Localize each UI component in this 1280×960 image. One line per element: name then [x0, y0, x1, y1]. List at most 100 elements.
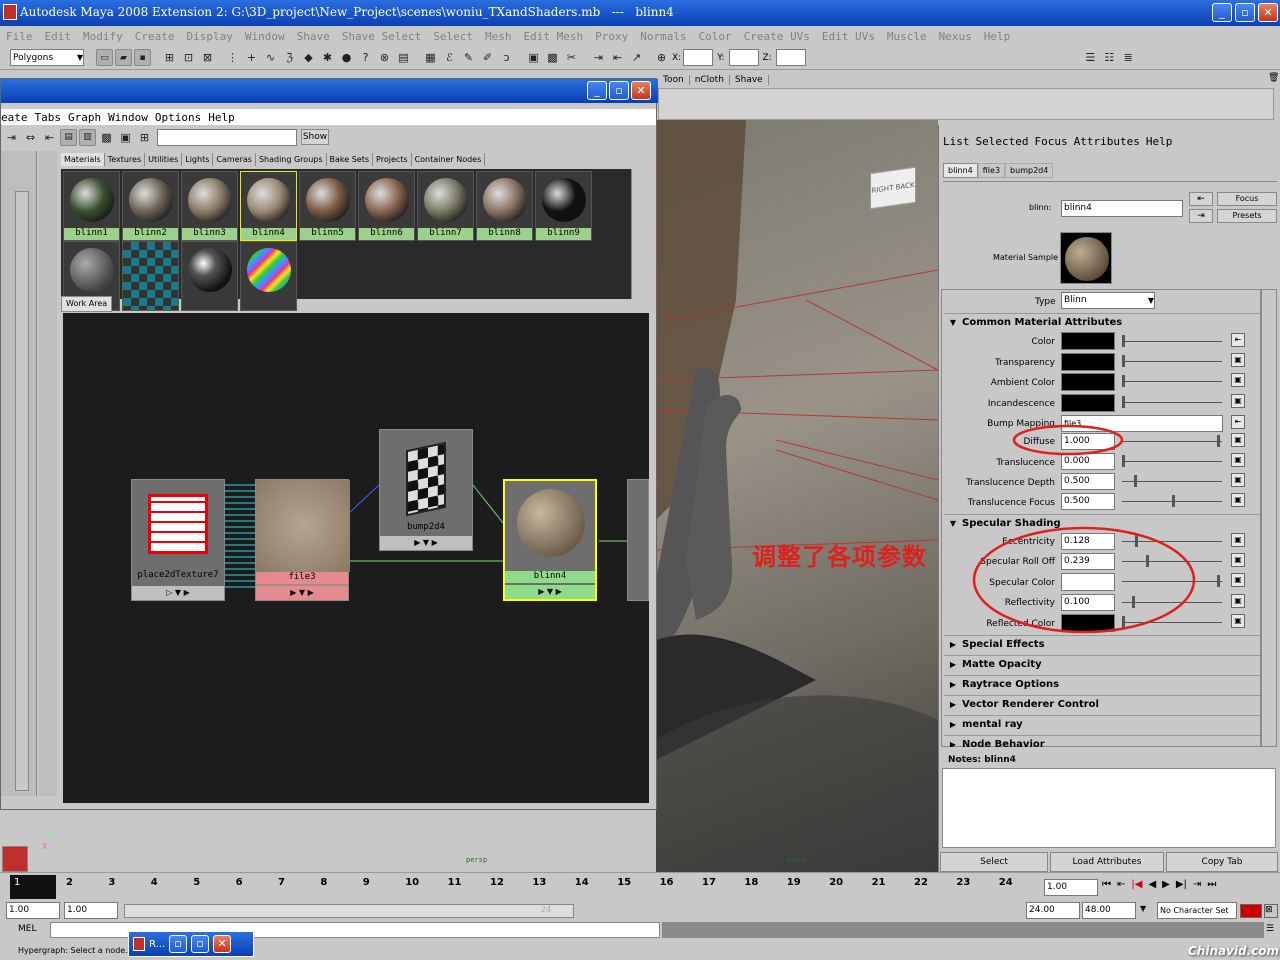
section-common-material[interactable]: ▼ Common Material Attributes — [944, 313, 1260, 332]
tab-textures[interactable]: Textures — [105, 153, 146, 166]
tool-settings-icon[interactable]: ≣ — [1120, 49, 1137, 66]
play-back-icon[interactable]: ◀ — [1148, 879, 1156, 890]
color-slider[interactable] — [1122, 341, 1222, 342]
go-to-end-icon[interactable]: ⏭ — [1207, 879, 1216, 890]
section-vector-renderer[interactable]: ▶ Vector Renderer Control — [944, 695, 1260, 714]
translucence-depth-map-button[interactable]: ▣ — [1231, 473, 1245, 487]
translucence-map-button[interactable]: ▣ — [1231, 453, 1245, 467]
hs-show-button[interactable]: Show — [301, 129, 329, 145]
ae-tab-blinn4[interactable]: blinn4 — [943, 163, 978, 178]
menu-create[interactable]: Create — [135, 30, 175, 43]
hs-sort-icon[interactable]: ⊞ — [136, 129, 153, 146]
translucence-depth-slider[interactable] — [1122, 481, 1222, 482]
menu-mesh[interactable]: Mesh — [485, 30, 512, 43]
z-field[interactable] — [775, 49, 806, 66]
bump2d-node[interactable]: bump2d4 ▶ ▼ ▶ — [379, 429, 473, 551]
menu-normals[interactable]: Normals — [640, 30, 686, 43]
transparency-slider-knob[interactable] — [1122, 355, 1125, 367]
snap-view-icon[interactable]: ℨ — [281, 49, 298, 66]
material-swatch[interactable] — [181, 241, 238, 311]
current-time-field[interactable]: 1.00 — [1044, 879, 1098, 896]
ambient-slider[interactable] — [1122, 381, 1222, 382]
hypershade-icon[interactable]: ℰ — [441, 49, 458, 66]
current-frame-marker[interactable]: 1 — [10, 875, 56, 899]
snap-grid-icon[interactable]: ⋮ — [224, 49, 241, 66]
hs-left-scrollbar[interactable] — [15, 191, 29, 791]
playback-end-field[interactable]: 24.00 — [1026, 902, 1080, 919]
tab-lights[interactable]: Lights — [182, 153, 214, 166]
place2d-ports[interactable]: ▷ ▼ ▶ — [132, 586, 224, 600]
menu-window[interactable]: Window — [245, 30, 285, 43]
preferences-icon[interactable]: ⊠ — [1264, 904, 1278, 918]
ae-input-icon[interactable]: ⇤ — [1189, 192, 1213, 206]
render-settings-icon[interactable]: ✂ — [563, 49, 580, 66]
tab-work-area[interactable]: Work Area — [61, 296, 113, 312]
ambient-map-button[interactable]: ▣ — [1231, 373, 1245, 387]
transparency-map-button[interactable]: ▣ — [1231, 353, 1245, 367]
tab-materials[interactable]: Materials — [61, 153, 105, 166]
shelf-tab-shave[interactable]: Shave — [730, 75, 769, 85]
step-back-key-icon[interactable]: ⇤ — [1117, 879, 1125, 890]
ae-output-icon[interactable]: ⇥ — [1189, 209, 1213, 223]
go-to-start-icon[interactable]: ⏮ — [1102, 879, 1111, 890]
menu-help[interactable]: Help — [984, 30, 1011, 43]
material-swatch-blinn9[interactable]: blinn9 — [535, 171, 592, 241]
layer-editor-icon[interactable]: ☷ — [1101, 49, 1118, 66]
tool-icon[interactable]: ↄ — [498, 49, 515, 66]
reflected-color-map-button[interactable]: ▣ — [1231, 614, 1245, 628]
ambient-swatch[interactable] — [1061, 373, 1115, 391]
focus-button[interactable]: Focus — [1217, 192, 1277, 206]
ae-menu-selected[interactable]: Selected — [976, 135, 1029, 148]
step-back-icon[interactable]: |◀ — [1131, 879, 1142, 890]
range-bar[interactable]: 24 — [124, 904, 574, 918]
material-swatch-blinn3[interactable]: blinn3 — [181, 171, 238, 241]
channel-box-icon[interactable]: ☰ — [1082, 49, 1099, 66]
open-scene-icon[interactable]: ▰ — [115, 49, 132, 66]
playback-start-field[interactable]: 1.00 — [64, 902, 118, 919]
tab-bake-sets[interactable]: Bake Sets — [327, 153, 374, 166]
transform-icon[interactable]: ↗ — [628, 49, 645, 66]
perspective-viewport[interactable]: persp — [656, 120, 938, 872]
hs-rearrange-icon[interactable]: ▣ — [117, 129, 134, 146]
ae-scrollbar[interactable] — [1261, 289, 1277, 747]
numeric-input-icon[interactable]: ⊕ — [653, 49, 670, 66]
material-swatch-blinn2[interactable]: blinn2 — [122, 171, 179, 241]
render-frame-icon[interactable]: ▩ — [544, 49, 561, 66]
menu-edit-uvs[interactable]: Edit UVs — [822, 30, 875, 43]
menu-nexus[interactable]: Nexus — [939, 30, 972, 43]
ambient-slider-knob[interactable] — [1122, 375, 1125, 387]
place2dtexture-node[interactable]: place2dTexture7 ▷ ▼ ▶ — [131, 479, 225, 601]
translucence-focus-field[interactable]: 0.500 — [1061, 493, 1115, 510]
material-swatch-blinn7[interactable]: blinn7 — [417, 171, 474, 241]
load-attributes-button[interactable]: Load Attributes — [1050, 852, 1164, 872]
minimized-restore-button[interactable]: ▫ — [169, 935, 188, 953]
specular-roll-off-map-button[interactable]: ▣ — [1231, 553, 1245, 567]
character-set-field[interactable]: No Character Set — [1157, 902, 1237, 919]
sculpt-icon[interactable]: ✐ — [479, 49, 496, 66]
bump-ports[interactable]: ▶ ▼ ▶ — [380, 536, 472, 550]
render-icon[interactable]: ● — [338, 49, 355, 66]
minimized-window[interactable]: R... ▫ ▫ ✕ — [128, 931, 254, 957]
hypershade-close-button[interactable]: ✕ — [631, 81, 651, 100]
hs-graph-io-icon[interactable]: ⇔ — [22, 129, 39, 146]
trash-icon[interactable]: 🗑 — [1268, 73, 1280, 87]
mel-label[interactable]: MEL — [18, 924, 36, 934]
hs-menu-options[interactable]: Options — [155, 111, 201, 124]
type-dropdown[interactable]: Blinn ▼ — [1061, 292, 1155, 309]
ae-menu-help[interactable]: Help — [1146, 135, 1173, 148]
ae-menu-attributes[interactable]: Attributes — [1074, 135, 1140, 148]
script-editor-icon[interactable]: ☰ — [1266, 924, 1274, 934]
tab-container-nodes[interactable]: Container Nodes — [412, 153, 486, 166]
file-node[interactable]: file3 ▶ ▼ ▶ — [255, 479, 350, 601]
make-live-icon[interactable]: ◆ — [300, 49, 317, 66]
translucence-focus-map-button[interactable]: ▣ — [1231, 493, 1245, 507]
translucence-depth-field[interactable]: 0.500 — [1061, 473, 1115, 490]
swatch-scrollbar[interactable] — [631, 169, 647, 299]
input-icon[interactable]: ⇥ — [590, 49, 607, 66]
save-scene-icon[interactable]: ▪ — [134, 49, 151, 66]
hs-search-input[interactable] — [157, 128, 297, 146]
hs-menu-create[interactable]: eate — [1, 111, 28, 124]
hs-menu-tabs[interactable]: Tabs — [35, 111, 62, 124]
x-field[interactable] — [683, 49, 714, 66]
specular-color-knob[interactable] — [1217, 575, 1220, 587]
